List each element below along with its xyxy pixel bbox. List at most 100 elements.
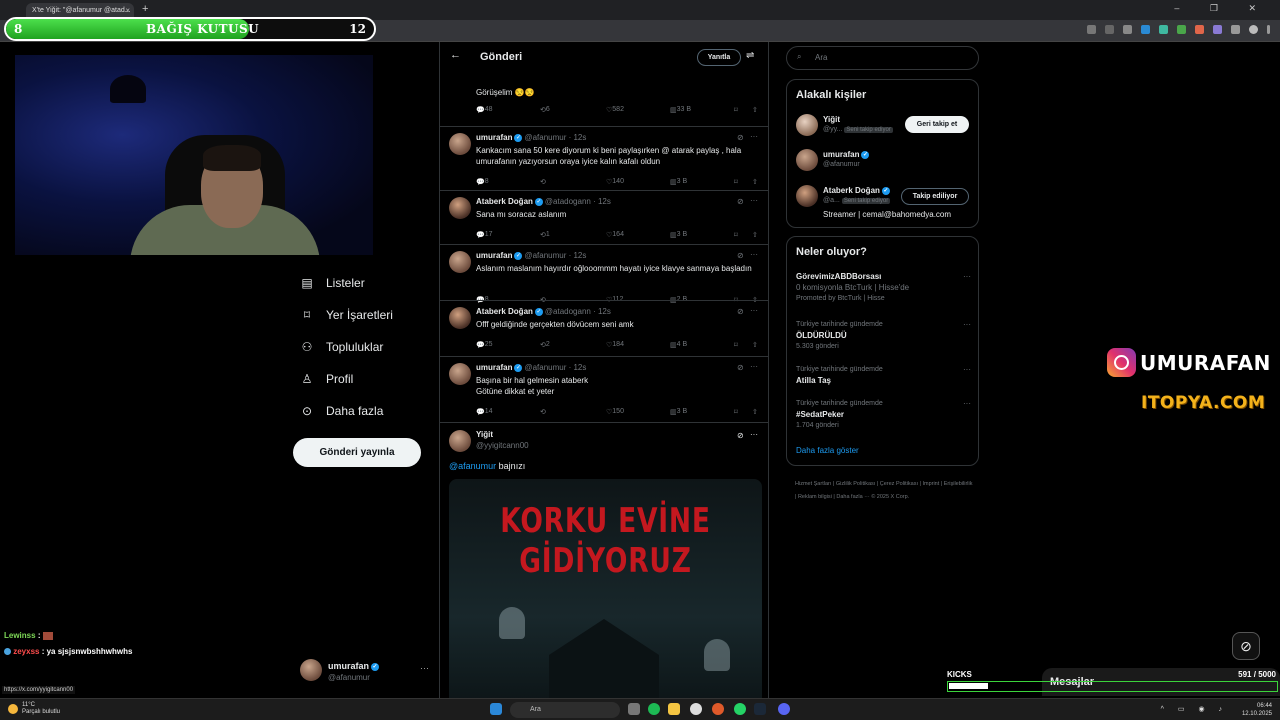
more-icon[interactable]: ··· [963,364,971,375]
avatar[interactable] [449,197,471,219]
grok-icon[interactable]: ⊘ [1232,632,1260,660]
tweet-author-handle[interactable]: @atadogann [545,197,591,206]
back-arrow-icon[interactable]: ← [450,49,461,61]
trend-item[interactable]: Türkiye tarihinde gündemde Atilla Taş ··… [796,364,971,386]
show-more-link[interactable]: Daha fazla göster [796,446,859,455]
reply-button[interactable]: Yanıtla [697,49,741,66]
avatar[interactable] [449,133,471,155]
start-icon[interactable] [490,703,502,715]
spotify-icon[interactable] [648,703,660,715]
more-icon[interactable]: ··· [750,132,758,141]
share-icon[interactable]: ⇧ [752,178,758,186]
close-tab-icon[interactable]: × [125,6,130,15]
nav-bookmarks[interactable]: ⌑ Yer İşaretleri [300,305,393,325]
system-tray[interactable]: ^ ▭ ◉ ♪ [1161,705,1228,713]
share-icon[interactable]: ⇧ [752,408,758,416]
repost-count[interactable]: ⟲ 1 [540,231,550,239]
nav-more[interactable]: ⊙ Daha fazla [300,401,383,421]
reply-tweet[interactable]: umurafan ✓ @afanumur · 12s ⊘ ··· Aslanım masl… [440,244,768,304]
tweet-author-name[interactable]: Yiğit [476,430,493,439]
more-icon[interactable]: ··· [963,398,971,409]
taskbar-clock[interactable]: 06:44 12.10.2025 [1242,702,1272,718]
star-icon[interactable] [1123,25,1132,34]
like-count[interactable]: ♡ 150 [606,408,624,416]
nav-profile[interactable]: ♙ Profil [300,369,354,389]
related-person[interactable]: umurafan ✓ @afanumur [796,147,971,175]
reply-count[interactable]: 💬 8 [476,178,489,186]
weather-widget[interactable]: 11°C Parçalı bulutlu [8,702,60,716]
reply-tweet[interactable]: umurafan ✓ @afanumur · 12s ⊘ ··· Kankacım san… [440,126,768,190]
cast-icon[interactable] [1087,25,1096,34]
tweet-author-name[interactable]: umurafan [476,251,512,260]
tweet-author-handle[interactable]: @afanumur [524,251,566,260]
like-count[interactable]: ♡ 140 [606,178,624,186]
account-switcher[interactable]: umurafan ✓ @afanumur ··· [300,659,435,685]
trend-item[interactable]: GörevimizABDBorsası 0 komisyonla BtcTurk… [796,271,971,304]
extension-icon[interactable] [1213,25,1222,34]
trend-item[interactable]: Türkiye tarihinde gündemde #SedatPeker 1… [796,398,971,431]
footer-links[interactable]: Hizmet Şartları | Gizlilik Politikası | … [795,478,975,504]
tweet-author-name[interactable]: Ataberk Doğan [476,307,533,316]
repost-count[interactable]: ⟲ [540,178,546,186]
tweet-time[interactable]: 12s [598,197,611,206]
bookmark-icon[interactable]: ⌑ [734,231,738,239]
more-icon[interactable]: ··· [750,306,758,315]
window-controls[interactable]: – ❐ ✕ [1174,3,1270,14]
more-icon[interactable]: ··· [963,271,971,282]
reply-count[interactable]: 💬 14 [476,408,493,416]
view-count[interactable]: ▥ 4 B [670,341,687,349]
tweet-author-handle[interactable]: @yyigitcann00 [476,441,529,450]
zoom-icon[interactable] [1105,25,1114,34]
tweet-author-name[interactable]: Ataberk Doğan [476,197,533,206]
view-count[interactable]: ▥ 33 B [670,106,691,114]
steam-icon[interactable] [754,703,766,715]
nav-communities[interactable]: ⚇ Topluluklar [300,337,384,357]
tweet-media-image[interactable]: KORKU EVİNE GİDİYORUZ [449,479,762,698]
tweet-time[interactable]: 12s [573,251,586,260]
tweet-author-name[interactable]: umurafan [476,363,512,372]
extension-icon[interactable] [1159,25,1168,34]
reply-tweet[interactable]: Ataberk Doğan ✓ @atadogann · 12s ⊘ ··· Sana m… [440,190,768,244]
taskbar-search[interactable]: Ara [510,702,620,718]
filter-icon[interactable]: ⇌ [746,50,754,61]
tweet-time[interactable]: 12s [598,307,611,316]
like-count[interactable]: ♡ 164 [606,231,624,239]
view-count[interactable]: ▥ 3 B [670,408,687,416]
like-count[interactable]: ♡ 582 [606,106,624,114]
more-icon[interactable]: ··· [420,663,429,673]
grok-icon[interactable]: ⊘ [737,133,744,142]
tweet-time[interactable]: 12s [573,133,586,142]
trend-item[interactable]: Türkiye tarihinde gündemde ÖLDÜRÜLDÜ 5.3… [796,319,971,352]
repost-count[interactable]: ⟲ [540,408,546,416]
obs-icon[interactable] [712,703,724,715]
more-icon[interactable]: ··· [750,196,758,205]
following-button[interactable]: Takip ediliyor [901,188,969,205]
bookmark-icon[interactable]: ⌑ [734,408,738,416]
grok-icon[interactable]: ⊘ [737,307,744,316]
reply-count[interactable]: 💬 17 [476,231,493,239]
extension-icon[interactable] [1141,25,1150,34]
more-icon[interactable]: ··· [963,319,971,330]
menu-icon[interactable] [1267,25,1270,34]
reply-count[interactable]: 💬 48 [476,106,493,114]
reply-tweet[interactable]: Ataberk Doğan ✓ @atadogann · 12s ⊘ ··· Offf g… [440,300,768,356]
tweet-author-handle[interactable]: @afanumur [524,133,566,142]
reply-count[interactable]: 💬 25 [476,341,493,349]
grok-icon[interactable]: ⊘ [737,431,744,440]
more-icon[interactable]: ··· [750,250,758,259]
follow-back-button[interactable]: Geri takip et [905,116,969,133]
avatar[interactable] [449,430,471,452]
nav-lists[interactable]: ▤ Listeler [300,273,364,293]
view-count[interactable]: ▥ 3 B [670,178,687,186]
avatar[interactable] [449,251,471,273]
repost-count[interactable]: ⟲ 6 [540,106,550,114]
puzzle-icon[interactable] [1231,25,1240,34]
more-icon[interactable]: ··· [750,430,758,439]
tweet-time[interactable]: 12s [573,363,586,372]
profile-icon[interactable] [1249,25,1258,34]
share-icon[interactable]: ⇧ [752,106,758,114]
reply-tweet[interactable]: umurafan ✓ @afanumur · 12s ⊘ ··· Başına bir h… [440,356,768,416]
share-icon[interactable]: ⇧ [752,231,758,239]
grok-icon[interactable]: ⊘ [737,363,744,372]
task-view-icon[interactable] [628,703,640,715]
